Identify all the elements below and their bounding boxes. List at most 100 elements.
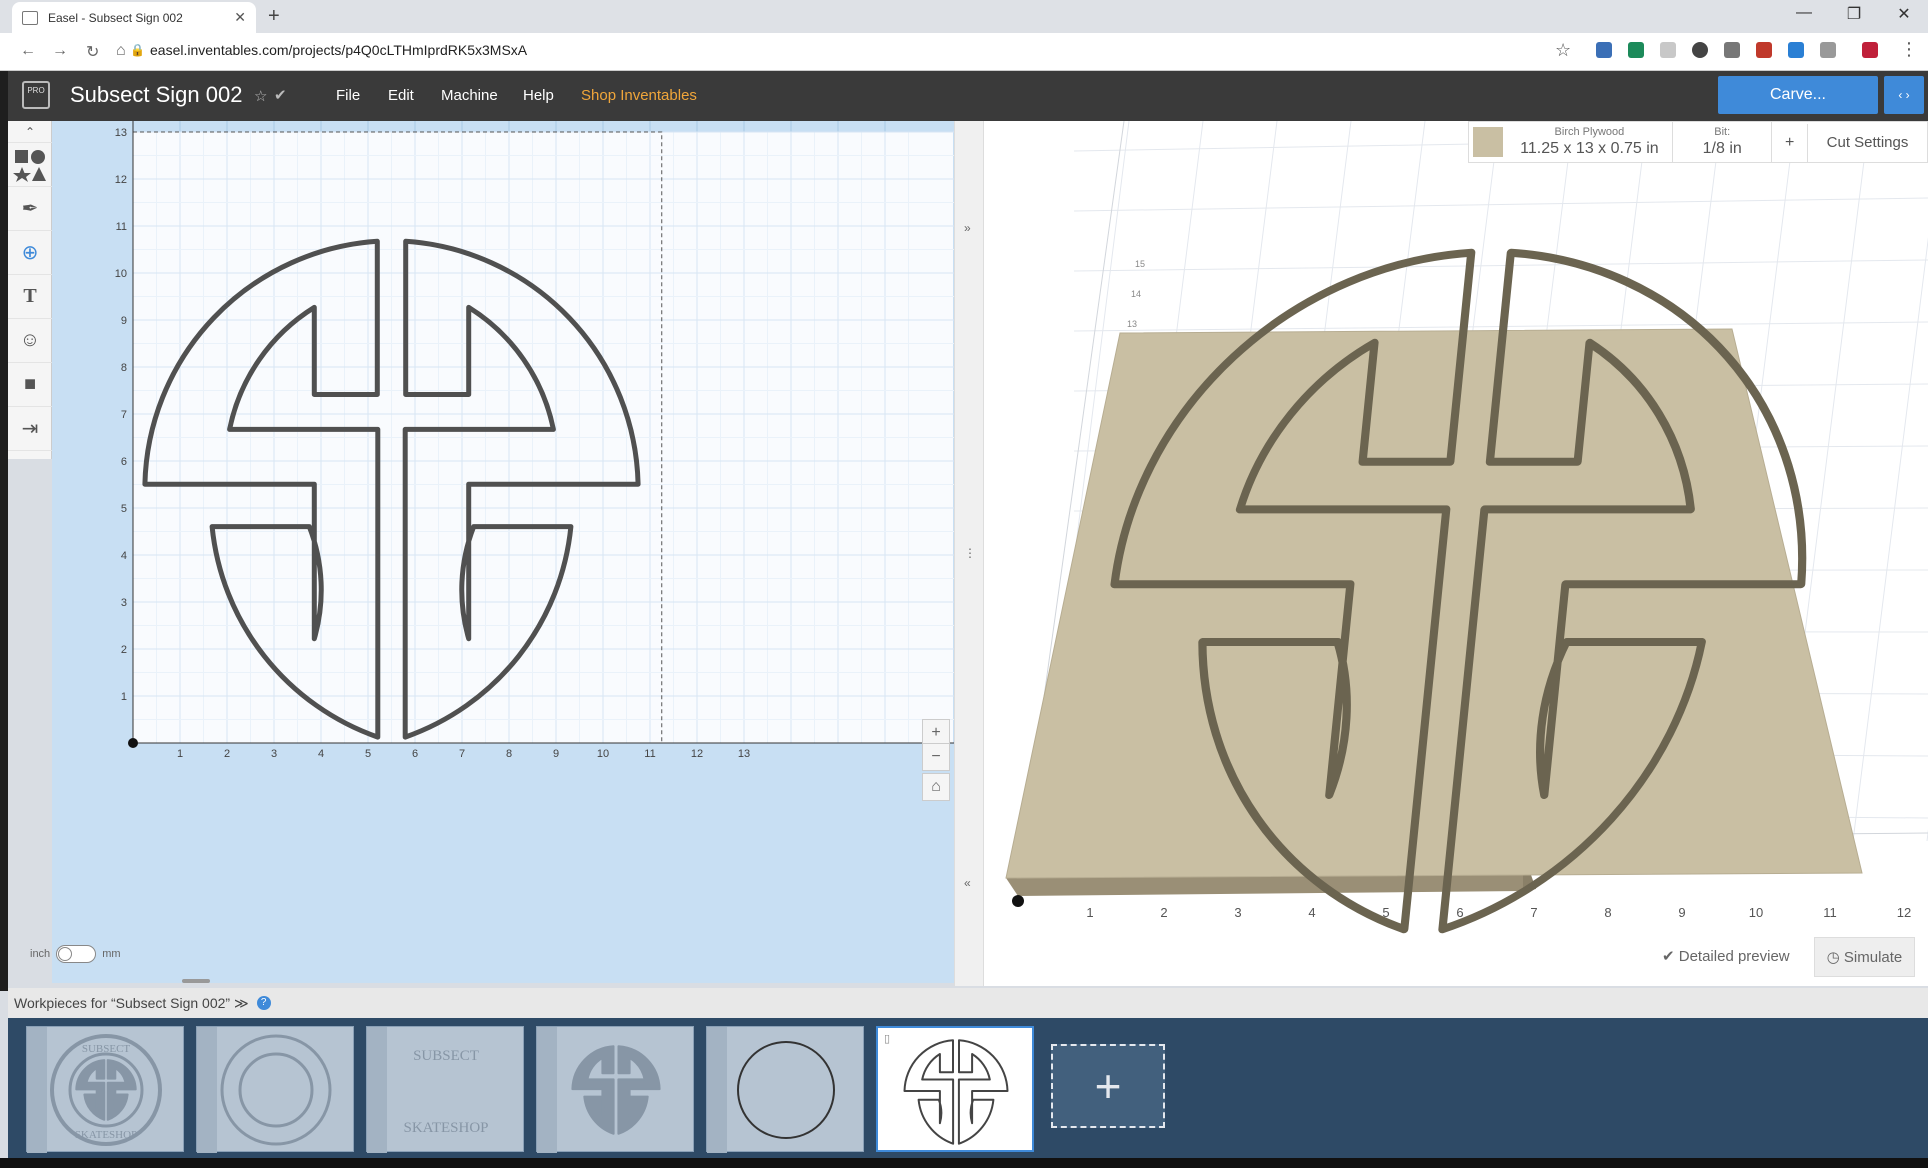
preview-x-tick: 12 [1897,905,1911,920]
page-icon: ▯ [884,1032,890,1045]
thumb3-symbol [571,1045,661,1135]
apps-icon[interactable]: ■ [8,363,52,407]
add-bit-button[interactable]: + [1772,124,1809,162]
thumb3-right-half [617,1045,661,1135]
extension-icon[interactable] [1820,42,1836,58]
3d-preview[interactable]: 1 2 3 4 5 6 7 8 9 10 11 12 13 14 15 [984,121,1928,986]
back-icon[interactable]: ← [20,42,36,60]
workpiece-thumb[interactable] [536,1026,694,1153]
drag-handle-icon[interactable]: ⋮ [964,546,976,560]
menu-edit[interactable]: Edit [388,87,414,104]
workpiece-thumb[interactable]: SUBSECT SKATESHOP [26,1026,184,1153]
thumb5-right-half [957,1039,1009,1145]
easel-logo[interactable]: PRO [22,81,50,109]
thumb-text-top: SUBSECT [82,1043,131,1055]
floor-grid-line [1852,236,1928,842]
x-tick-label: 10 [597,748,609,760]
design-canvas[interactable]: 1 2 3 4 5 6 7 8 9 10 11 12 13 1 2 3 4 5 6 7 8 9 10 11 12 13 + − ⌂… [30,121,954,983]
collapse-icon[interactable]: ⌃ [8,121,52,143]
preview-svg[interactable]: 1 2 3 4 5 6 7 8 9 10 11 12131415 [984,121,1928,986]
point-icon[interactable]: ⊕ [8,231,52,275]
detailed-preview-button[interactable]: ✔ Detailed preview [1650,937,1802,977]
y-tick-label: 5 [121,503,127,515]
url-field[interactable]: easel.inventables.com/projects/p4Q0cLTHm… [150,42,527,58]
shapes-icon[interactable] [8,143,52,187]
unit-toggle[interactable]: inch mm [30,945,121,963]
thumb5-symbol [903,1039,1009,1145]
y-tick-label: 10 [115,268,127,280]
minimize-icon[interactable]: — [1794,4,1814,24]
cut-settings-button[interactable]: Cut Settings [1808,122,1927,162]
workpiece-preview [707,1027,835,1153]
y-tick-label: 6 [121,456,127,468]
import-icon[interactable]: ⇥ [8,407,52,451]
project-title[interactable]: Subsect Sign 002 [70,82,242,108]
y-tick-label: 11 [116,221,127,233]
preview-x-tick: 4 [1308,905,1315,920]
add-workpiece-button[interactable]: + [1051,1044,1165,1128]
browser-tab[interactable]: Easel - Subsect Sign 002 ✕ [12,2,256,33]
menu-shop-inventables[interactable]: Shop Inventables [581,87,697,104]
extension-icon[interactable] [1788,42,1804,58]
simulate-label: Simulate [1843,949,1903,966]
carve-button[interactable]: Carve... [1718,76,1878,114]
x-tick-label: 13 [738,748,750,760]
x-tick-label: 5 [365,748,371,760]
workpiece-thumb[interactable] [706,1026,864,1153]
close-window-icon[interactable]: ✕ [1894,4,1914,24]
menu-machine[interactable]: Machine [441,87,498,104]
thumb-text-bottom: SKATESHOP [403,1120,488,1136]
bookmark-star-icon[interactable]: ☆ [1555,40,1571,61]
text-icon[interactable]: T [8,275,52,319]
extension-icon[interactable] [1596,42,1612,58]
thumb0-left-half [75,1059,106,1121]
material-info[interactable]: Birch Plywood 11.25 x 13 x 0.75 in [1507,122,1674,162]
thumb-text-bottom: SKATESHOP [75,1129,137,1141]
favorite-star-icon[interactable]: ☆ [254,87,267,105]
extension-icon[interactable] [1724,42,1740,58]
panel-divider[interactable]: » ⋮ « [954,121,984,986]
expand-left-icon[interactable]: « [964,876,971,890]
workpieces-title[interactable]: Workpieces for “Subsect Sign 002” ≫ [14,995,249,1012]
y-tick-label: 7 [121,409,127,421]
workpiece-thumb[interactable]: SUBSECT SKATESHOP [366,1026,524,1153]
pen-icon[interactable]: ✒ [8,187,52,231]
restore-icon[interactable]: ❐ [1844,4,1864,24]
origin-dot [1012,895,1024,907]
workpiece-thumb-active[interactable]: ▯ [876,1026,1034,1152]
app-header: PRO Subsect Sign 002 ☆ ✔ File Edit Machi… [8,71,1928,121]
expand-right-icon[interactable]: » [964,221,971,235]
close-tab-icon[interactable]: ✕ [234,9,246,26]
zoom-out-button[interactable]: − [922,743,950,771]
preview-x-tick: 7 [1530,905,1537,920]
extension-icon[interactable] [1862,42,1878,58]
thumb-ring-outer [220,1034,332,1146]
y-tick-label: 3 [121,597,127,609]
workpiece-thumb[interactable] [196,1026,354,1153]
thumb-circle [737,1041,835,1139]
help-icon[interactable]: ? [256,996,271,1010]
design-svg[interactable]: 1 2 3 4 5 6 7 8 9 10 11 12 1312345678910111213 [52,121,954,983]
bit-info[interactable]: Bit: 1/8 in [1673,122,1773,162]
material-swatch[interactable] [1473,127,1503,157]
material-dimensions: 11.25 x 13 x 0.75 in [1520,140,1659,157]
lock-icon[interactable]: 🔒 [130,43,145,57]
app-window: Easel - Subsect Sign 002 ✕ + — ❐ ✕ ← → ↻… [0,0,1928,1168]
home-icon[interactable]: ⌂ [116,42,126,60]
new-tab-button[interactable]: + [268,5,280,28]
extension-icon[interactable] [1692,42,1708,58]
forward-icon[interactable]: → [52,42,68,60]
extension-icon[interactable] [1628,42,1644,58]
extension-icon[interactable] [1660,42,1676,58]
extension-icon[interactable] [1756,42,1772,58]
unit-switch[interactable] [56,945,97,963]
fullscreen-button[interactable]: ‹ › [1884,76,1924,114]
reload-icon[interactable]: ↻ [86,42,99,62]
home-view-button[interactable]: ⌂ [922,773,950,801]
simulate-button[interactable]: ◷ Simulate [1813,937,1916,977]
menu-file[interactable]: File [336,87,360,104]
bit-label: Bit: [1714,126,1731,138]
menu-help[interactable]: Help [523,87,554,104]
browser-menu-icon[interactable]: ⋮ [1900,39,1918,60]
icons-smiley-icon[interactable]: ☺ [8,319,52,363]
